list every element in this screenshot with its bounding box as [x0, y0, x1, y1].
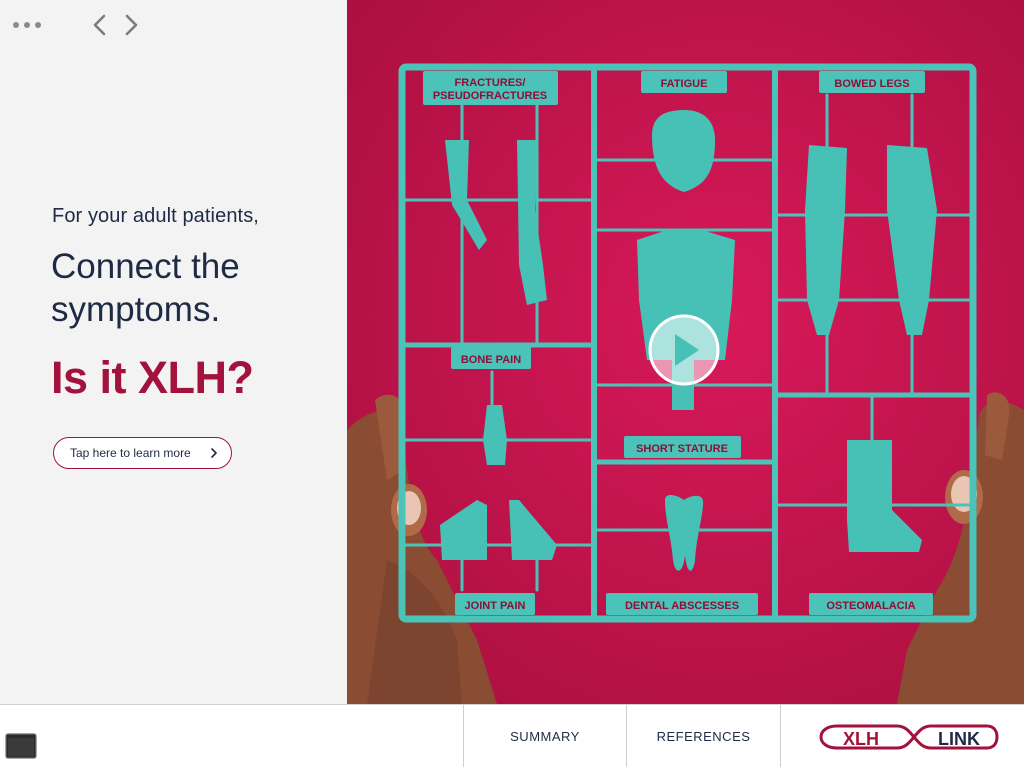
- more-icon[interactable]: [11, 19, 43, 31]
- label-fractures-1: FRACTURES/: [455, 77, 526, 89]
- play-icon[interactable]: [648, 314, 720, 386]
- learn-more-label: Tap here to learn more: [70, 446, 191, 460]
- question-heading: Is it XLH?: [51, 352, 254, 403]
- learn-more-button[interactable]: Tap here to learn more: [53, 437, 232, 469]
- label-joint-pain: JOINT PAIN: [465, 600, 526, 612]
- hero-image: FRACTURES/ PSEUDOFRACTURES FATIGUE BOWED…: [347, 0, 1024, 704]
- label-bone-pain: BONE PAIN: [461, 354, 521, 366]
- xlh-link-logo[interactable]: XLH LINK: [780, 705, 1024, 767]
- label-fractures-2: PSEUDOFRACTURES: [433, 90, 547, 102]
- chevron-left-icon[interactable]: [88, 12, 110, 38]
- chevron-right-icon: [211, 448, 217, 458]
- top-toolbar: [0, 0, 347, 50]
- label-fatigue: FATIGUE: [661, 78, 708, 90]
- model-kit-illustration: FRACTURES/ PSEUDOFRACTURES FATIGUE BOWED…: [347, 0, 1024, 704]
- label-bowed-legs: BOWED LEGS: [834, 78, 909, 90]
- tab-references[interactable]: REFERENCES: [626, 705, 780, 767]
- bottom-bar: SUMMARY REFERENCES XLH LINK: [0, 704, 1024, 767]
- headline: Connect the symptoms.: [51, 247, 240, 329]
- intro-text: For your adult patients,: [52, 205, 259, 227]
- label-short-stature: SHORT STATURE: [636, 443, 728, 455]
- logo-text-link: LINK: [938, 729, 980, 749]
- tab-summary[interactable]: SUMMARY: [463, 705, 626, 767]
- label-osteomalacia: OSTEOMALACIA: [826, 600, 915, 612]
- logo-text-xlh: XLH: [843, 729, 879, 749]
- label-dental-abscesses: DENTAL ABSCESSES: [625, 600, 739, 612]
- screen-icon[interactable]: [5, 733, 37, 759]
- left-panel: For your adult patients, Connect the sym…: [0, 0, 347, 704]
- chevron-right-icon[interactable]: [121, 12, 143, 38]
